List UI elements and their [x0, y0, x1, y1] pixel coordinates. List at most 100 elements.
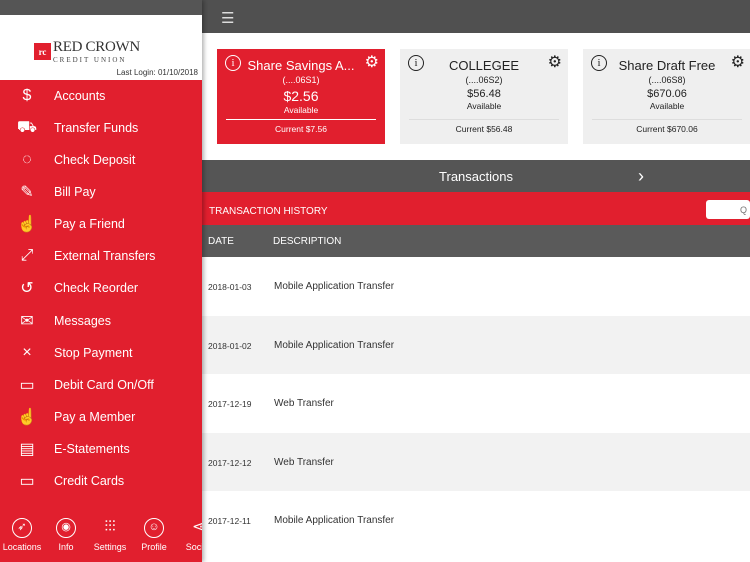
table-row[interactable]: 2017-12-12 Web Transfer	[202, 432, 750, 491]
table-row[interactable]: 2018-01-03 Mobile Application Transfer	[202, 257, 750, 316]
compass-icon: ➶	[12, 518, 32, 538]
x-icon: ×	[22, 344, 32, 361]
available-label: Available	[283, 105, 319, 115]
row-date: 2018-01-02	[208, 340, 252, 351]
transactions-bar[interactable]: Transactions ›	[202, 160, 750, 192]
chevron-right-icon[interactable]: ›	[638, 166, 644, 187]
current-balance: Current $7.56	[226, 119, 376, 134]
status-bar	[0, 0, 202, 15]
nav-settings[interactable]: ⫶⫶⫶ Settings	[88, 510, 132, 562]
label: Stop Payment	[54, 346, 133, 360]
info-icon[interactable]: i	[408, 55, 424, 71]
account-number: (....06S1)	[282, 75, 320, 85]
hand-coins-icon: ☝	[17, 409, 37, 426]
dollar-icon: $	[22, 87, 32, 104]
label: Pay a Member	[54, 410, 136, 424]
label: Accounts	[54, 89, 106, 103]
profile-icon: ☺	[144, 518, 164, 538]
sidebar-item-bill-pay[interactable]: ✎ Bill Pay	[0, 176, 202, 208]
card-icon: ▭	[19, 473, 35, 490]
sidebar-header: rc RED CROWN CREDIT UNION Last Login: 01/…	[0, 15, 202, 80]
bottom-nav: ➶ Locations ◉ Info ⫶⫶⫶ Settings ☺ Profile ⋖ S…	[0, 510, 202, 562]
table-row[interactable]: 2018-01-02 Mobile Application Transfer	[202, 315, 750, 374]
nav-social[interactable]: ⋖ Social	[176, 510, 202, 562]
top-bar: ☰	[202, 0, 750, 33]
row-date: 2017-12-19	[208, 399, 252, 409]
logo: rc RED CROWN CREDIT UNION	[34, 39, 140, 64]
card-icon: ▭	[19, 377, 35, 394]
history-header: TRANSACTION HISTORY	[202, 192, 750, 225]
hamburger-menu-icon[interactable]: ☰	[221, 9, 234, 27]
column-date: DATE	[208, 236, 234, 247]
sidebar-item-debit-card[interactable]: ▭ Debit Card On/Off	[0, 369, 202, 401]
available-amount: $670.06	[647, 88, 687, 100]
column-description: DESCRIPTION	[273, 236, 342, 247]
account-card[interactable]: i ⚙ Share Draft Free (....06S8) $670.06 A…	[583, 49, 750, 144]
history-title: TRANSACTION HISTORY	[209, 206, 328, 217]
info-icon[interactable]: i	[591, 55, 607, 71]
table-row[interactable]: 2017-12-11 Mobile Application Transfer	[202, 491, 750, 550]
gear-icon[interactable]: ⚙	[548, 52, 562, 72]
column-headers: DATE DESCRIPTION	[202, 225, 750, 257]
row-description: Web Transfer	[274, 398, 334, 409]
gear-icon[interactable]: ⚙	[365, 52, 379, 72]
share-icon: ⋖	[192, 518, 202, 534]
info-icon[interactable]: i	[225, 55, 241, 71]
sidebar-item-e-statements[interactable]: ▤ E-Statements	[0, 433, 202, 465]
label: Social	[185, 542, 202, 552]
gear-icon[interactable]: ⚙	[731, 52, 745, 72]
arrows-icon: ⤢	[20, 247, 34, 264]
current-balance: Current $670.06	[592, 119, 742, 134]
envelope-icon: ✉	[20, 313, 34, 330]
row-date: 2018-01-03	[208, 282, 252, 292]
sidebar-item-pay-a-member[interactable]: ☝ Pay a Member	[0, 401, 202, 433]
label: Check Reorder	[54, 281, 139, 295]
sidebar-item-external-transfers[interactable]: ⤢ External Transfers	[0, 240, 202, 272]
sidebar: rc RED CROWN CREDIT UNION Last Login: 01/…	[0, 0, 202, 562]
sidebar-item-stop-payment[interactable]: × Stop Payment	[0, 337, 202, 369]
nav-locations[interactable]: ➶ Locations	[0, 510, 44, 562]
row-description: Mobile Application Transfer	[274, 515, 395, 526]
account-card[interactable]: i ⚙ Share Savings A... (....06S1) $2.56 A…	[217, 49, 385, 144]
label: Locations	[2, 542, 42, 552]
account-number: (....06S2)	[465, 75, 503, 85]
account-number: (....06S8)	[648, 75, 686, 85]
last-login: Last Login: 01/10/2018	[116, 68, 198, 77]
row-description: Web Transfer	[274, 456, 334, 468]
label: Messages	[54, 314, 111, 328]
table-row[interactable]: 2017-12-19 Web Transfer	[202, 374, 750, 433]
check-icon: ✎	[20, 184, 34, 201]
crown-logo-icon: rc	[34, 43, 51, 60]
row-date: 2017-12-11	[208, 516, 251, 526]
truck-icon: ⛟	[16, 119, 38, 136]
sidebar-item-transfer-funds[interactable]: ⛟ Transfer Funds	[0, 112, 202, 144]
available-amount: $2.56	[283, 88, 319, 104]
sidebar-item-credit-cards[interactable]: ▭ Credit Cards	[0, 465, 202, 497]
nav-info[interactable]: ◉ Info	[44, 510, 88, 562]
account-name: Share Savings A...	[247, 58, 355, 73]
search-input[interactable]	[706, 200, 750, 219]
available-label: Available	[649, 101, 685, 111]
account-name: COLLEGEE	[448, 58, 520, 73]
piggy-bank-icon: ◌	[22, 151, 32, 168]
reorder-icon: ↺	[20, 280, 34, 297]
available-label: Available	[466, 101, 502, 111]
hand-coins-icon: ☝	[17, 216, 37, 233]
sidebar-item-check-reorder[interactable]: ↺ Check Reorder	[0, 272, 202, 304]
nav-profile[interactable]: ☺ Profile	[132, 510, 176, 562]
sidebar-item-check-deposit[interactable]: ◌ Check Deposit	[0, 144, 202, 176]
sliders-icon: ⫶⫶⫶	[104, 518, 116, 535]
label: E-Statements	[54, 442, 130, 456]
statement-icon: ▤	[19, 441, 35, 458]
sidebar-item-messages[interactable]: ✉ Messages	[0, 305, 202, 337]
account-card[interactable]: i ⚙ COLLEGEE (....06S2) $56.48 Available …	[400, 49, 568, 144]
sidebar-item-pay-a-friend[interactable]: ☝ Pay a Friend	[0, 208, 202, 240]
sidebar-item-accounts[interactable]: $ Accounts	[0, 80, 202, 112]
transactions-label: Transactions	[439, 168, 513, 184]
label: Pay a Friend	[54, 217, 125, 231]
info-icon: ◉	[56, 518, 76, 538]
row-date: 2017-12-12	[208, 457, 252, 468]
current-balance: Current $56.48	[409, 119, 559, 134]
account-name: Share Draft Free	[618, 58, 716, 73]
label: Bill Pay	[54, 185, 96, 199]
